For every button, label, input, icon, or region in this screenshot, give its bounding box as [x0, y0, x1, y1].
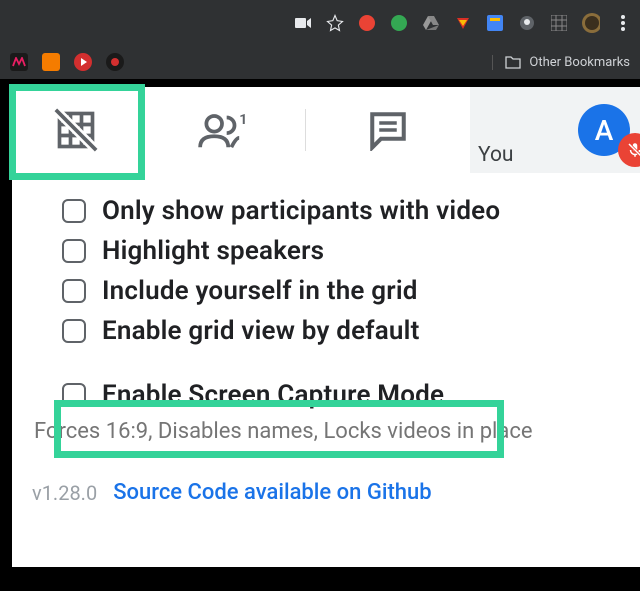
source-link[interactable]: Source Code available on Github — [113, 480, 431, 505]
camera-icon[interactable] — [294, 14, 312, 32]
people-icon: 1 — [197, 110, 247, 150]
ext-drive-icon[interactable] — [422, 14, 440, 32]
bookmark-play-icon[interactable] — [74, 53, 92, 71]
self-tile[interactable]: You A — [470, 87, 640, 173]
other-bookmarks-label: Other Bookmarks — [529, 55, 630, 70]
bookmark-m-icon[interactable] — [10, 53, 28, 71]
folder-icon — [505, 55, 521, 69]
bookmark-orange-icon[interactable] — [42, 53, 60, 71]
ext-bulb-icon[interactable] — [518, 14, 536, 32]
chat-tab[interactable] — [306, 87, 471, 173]
version-text: v1.28.0 — [32, 481, 97, 505]
avatar-initial: A — [595, 114, 614, 147]
ext-blue-icon[interactable] — [486, 14, 504, 32]
chat-icon — [367, 109, 409, 151]
mic-off-icon — [626, 141, 640, 159]
menu-dots-icon[interactable] — [614, 14, 632, 32]
option-label: Include yourself in the grid — [102, 276, 418, 306]
option-only-video[interactable]: Only show participants with video — [62, 191, 618, 231]
option-enable-default[interactable]: Enable grid view by default — [62, 311, 618, 351]
bookmarks-bar: Other Bookmarks — [0, 45, 640, 79]
bookmark-dark-icon[interactable] — [106, 53, 124, 71]
browser-toolbar — [0, 0, 640, 45]
svg-text:1: 1 — [239, 112, 247, 128]
ext-red-icon[interactable] — [358, 14, 376, 32]
option-label: Enable grid view by default — [102, 316, 420, 346]
ext-green-icon[interactable] — [390, 14, 408, 32]
ext-grid-icon[interactable] — [550, 14, 568, 32]
you-label: You — [478, 143, 514, 167]
grid-off-icon — [54, 108, 98, 152]
highlight-enable-default — [54, 400, 504, 458]
grid-tab[interactable] — [12, 87, 140, 173]
option-include-yourself[interactable]: Include yourself in the grid — [62, 271, 618, 311]
checkbox[interactable] — [62, 279, 86, 303]
other-bookmarks-button[interactable]: Other Bookmarks — [492, 55, 630, 70]
profile-avatar-icon[interactable] — [582, 14, 600, 32]
people-tab[interactable]: 1 — [140, 87, 305, 173]
ext-superman-icon[interactable] — [454, 14, 472, 32]
option-label: Highlight speakers — [102, 236, 324, 266]
checkbox[interactable] — [62, 239, 86, 263]
checkbox[interactable] — [62, 319, 86, 343]
checkbox[interactable] — [62, 199, 86, 223]
tab-bar: 1 You A — [12, 87, 640, 173]
grid-view-panel: 1 You A — [12, 87, 640, 567]
mic-muted-badge[interactable] — [618, 133, 640, 167]
footer: v1.28.0 Source Code available on Github — [12, 454, 640, 515]
option-label: Only show participants with video — [102, 196, 500, 226]
star-icon[interactable] — [326, 14, 344, 32]
option-highlight-speakers[interactable]: Highlight speakers — [62, 231, 618, 271]
